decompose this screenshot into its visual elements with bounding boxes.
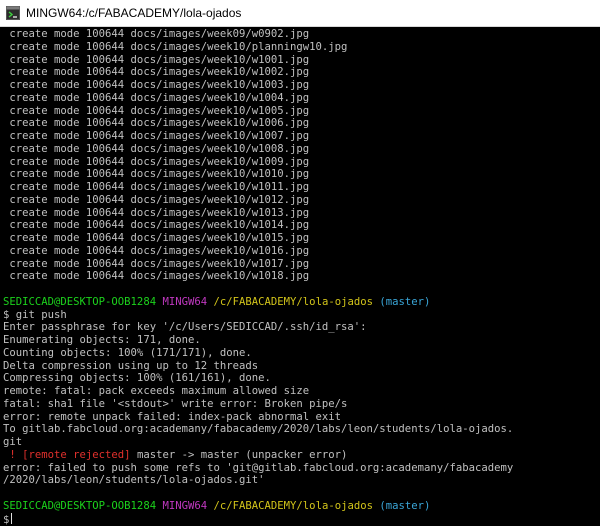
- prompt-branch: (master): [379, 295, 431, 308]
- text-cursor: [11, 512, 13, 524]
- mingw-terminal-icon: [6, 6, 20, 20]
- prompt-user-host: SEDICCAD@DESKTOP-OOB1284: [3, 295, 157, 308]
- output-line: Enter passphrase for key '/c/Users/SEDIC…: [3, 321, 367, 334]
- prompt-user-host: SEDICCAD@DESKTOP-OOB1284: [3, 499, 157, 512]
- create-mode-lines: create mode 100644 docs/images/week09/w0…: [3, 28, 590, 283]
- error-line: /2020/labs/leon/students/lola-ojados.git…: [3, 474, 265, 487]
- output-line: create mode 100644 docs/images/week10/w1…: [3, 66, 310, 79]
- rejected-detail: master -> master (unpacker error): [130, 448, 348, 461]
- output-line: create mode 100644 docs/images/week10/w1…: [3, 142, 310, 155]
- output-line: create mode 100644 docs/images/week10/w1…: [3, 168, 310, 181]
- scrollbar[interactable]: [590, 27, 600, 526]
- output-line: To gitlab.fabcloud.org:academany/fabacad…: [3, 423, 514, 436]
- output-line: error: remote unpack failed: index-pack …: [3, 410, 342, 423]
- output-line: remote: fatal: pack exceeds maximum allo…: [3, 385, 310, 397]
- output-line: create mode 100644 docs/images/week09/w0…: [3, 28, 310, 40]
- output-line: create mode 100644 docs/images/week10/w1…: [3, 79, 310, 91]
- output-line: create mode 100644 docs/images/week10/w1…: [3, 104, 310, 117]
- output-line: create mode 100644 docs/images/week10/pl…: [3, 40, 348, 53]
- output-line: fatal: sha1 file '<stdout>' write error:…: [3, 397, 348, 410]
- prompt-symbol: $: [3, 513, 10, 526]
- output-line: create mode 100644 docs/images/week10/w1…: [3, 130, 310, 142]
- output-line: create mode 100644 docs/images/week10/w1…: [3, 270, 310, 283]
- prompt-path: /c/FABACADEMY/lola-ojados: [213, 499, 373, 512]
- rejected-marker: ! [remote rejected]: [3, 448, 131, 461]
- title-bar[interactable]: MINGW64:/c/FABACADEMY/lola-ojados: [0, 0, 600, 27]
- output-line: Enumerating objects: 171, done.: [3, 334, 201, 346]
- prompt-branch: (master): [379, 499, 431, 512]
- output-line: create mode 100644 docs/images/week10/w1…: [3, 257, 310, 270]
- output-line: git: [3, 436, 23, 448]
- error-line: error: failed to push some refs to 'git@…: [3, 461, 514, 474]
- output-line: create mode 100644 docs/images/week10/w1…: [3, 193, 310, 206]
- command-line: $ git push: [3, 308, 67, 321]
- output-line: create mode 100644 docs/images/week10/w1…: [3, 53, 310, 66]
- window-title: MINGW64:/c/FABACADEMY/lola-ojados: [26, 6, 242, 20]
- output-line: create mode 100644 docs/images/week10/w1…: [3, 219, 310, 232]
- output-line: create mode 100644 docs/images/week10/w1…: [3, 181, 310, 193]
- output-line: Delta compression using up to 12 threads: [3, 359, 259, 372]
- output-line: Compressing objects: 100% (161/161), don…: [3, 372, 271, 385]
- prompt-line: SEDICCAD@DESKTOP-OOB1284 MINGW64 /c/FABA…: [3, 296, 590, 309]
- output-line: create mode 100644 docs/images/week10/w1…: [3, 91, 310, 104]
- output-line: create mode 100644 docs/images/week10/w1…: [3, 155, 310, 168]
- output-line: create mode 100644 docs/images/week10/w1…: [3, 206, 310, 219]
- prompt-path: /c/FABACADEMY/lola-ojados: [213, 295, 373, 308]
- rejected-line: ! [remote rejected] master -> master (un…: [3, 449, 590, 462]
- output-line: Counting objects: 100% (171/171), done.: [3, 346, 252, 359]
- prompt-env: MINGW64: [162, 295, 208, 308]
- output-line: create mode 100644 docs/images/week10/w1…: [3, 232, 310, 244]
- output-line: create mode 100644 docs/images/week10/w1…: [3, 117, 310, 130]
- terminal-output[interactable]: create mode 100644 docs/images/week09/w0…: [0, 28, 590, 526]
- push-output: Enter passphrase for key '/c/Users/SEDIC…: [3, 321, 590, 449]
- prompt-line: SEDICCAD@DESKTOP-OOB1284 MINGW64 /c/FABA…: [3, 500, 590, 513]
- input-line[interactable]: $: [3, 512, 590, 526]
- output-line: create mode 100644 docs/images/week10/w1…: [3, 244, 310, 257]
- prompt-env: MINGW64: [162, 499, 208, 512]
